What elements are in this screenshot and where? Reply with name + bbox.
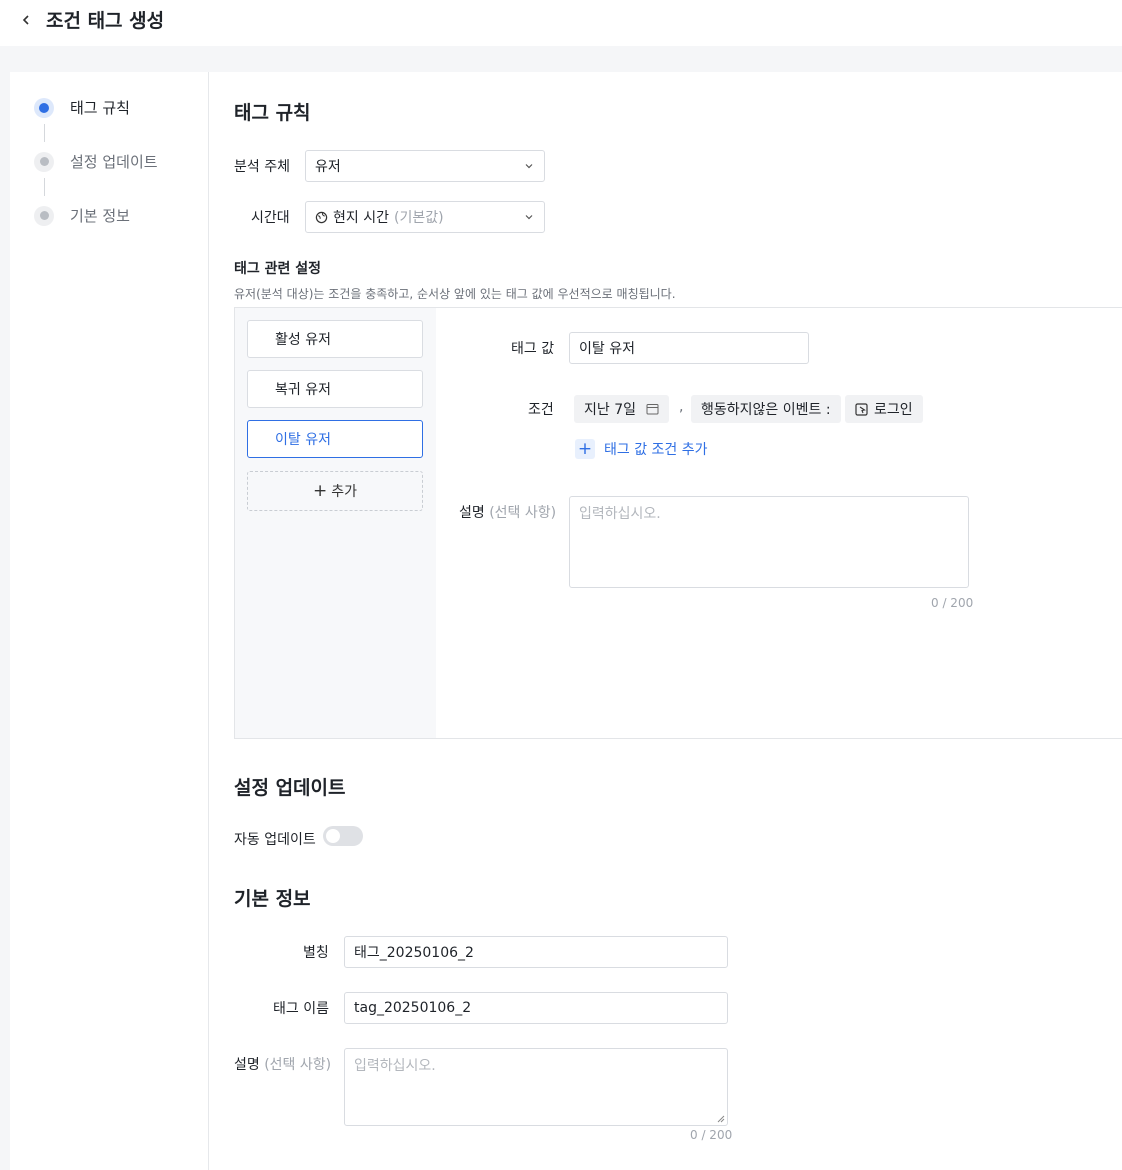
basic-description-textarea[interactable]: 입력하십시오. xyxy=(344,1048,728,1126)
add-condition-label: 태그 값 조건 추가 xyxy=(604,442,708,458)
chevron-down-icon xyxy=(525,215,533,220)
timezone-label: 시간대 xyxy=(251,210,290,226)
period-value: 지난 7일 xyxy=(584,402,636,418)
basic-description-label: 설명 (선택 사항) xyxy=(234,1054,331,1074)
calendar-icon xyxy=(646,404,659,415)
tag-value-list: 활성 유저 복귀 유저 이탈 유저 + 추가 xyxy=(235,308,436,738)
event-chip[interactable]: 로그인 xyxy=(845,395,923,423)
condition-label: 조건 xyxy=(528,402,554,418)
step-label: 기본 정보 xyxy=(70,207,130,225)
add-tag-button[interactable]: + 추가 xyxy=(247,471,423,511)
alias-input[interactable]: 태그_20250106_2 xyxy=(344,936,728,968)
plus-icon: + xyxy=(575,439,595,459)
optional-hint: (선택 사항) xyxy=(489,505,557,521)
tag-name-input[interactable]: tag_20250106_2 xyxy=(344,992,728,1024)
add-tag-label: 추가 xyxy=(331,484,357,500)
tag-value-label: 태그 값 xyxy=(511,341,555,357)
step-navigation: 태그 규칙 설정 업데이트 기본 정보 xyxy=(10,72,209,1170)
globe-icon xyxy=(315,211,328,223)
tag-name-label: 태그 이름 xyxy=(273,1001,329,1017)
alias-label: 별칭 xyxy=(303,945,329,961)
step-idle-dot-icon xyxy=(34,205,54,226)
condition-type-chip[interactable]: 행동하지않은 이벤트 : xyxy=(691,395,841,423)
form-content: 태그 규칙 분석 주체 유저 시간대 현지 시간 (기본값) 태그 관련 설정 … xyxy=(210,72,1122,1170)
event-value: 로그인 xyxy=(874,402,913,418)
page-title: 조건 태그 생성 xyxy=(46,10,165,32)
step-connector xyxy=(44,124,45,142)
step-active-dot-icon xyxy=(34,97,54,118)
subject-label: 분석 주체 xyxy=(234,159,290,175)
textarea-placeholder: 입력하십시오. xyxy=(354,1058,436,1074)
step-connector xyxy=(44,178,45,196)
section-title-basic-info: 기본 정보 xyxy=(234,888,311,910)
step-label: 태그 규칙 xyxy=(70,99,130,117)
chevron-down-icon xyxy=(525,164,533,169)
step-idle-dot-icon xyxy=(34,151,54,172)
timezone-select[interactable]: 현지 시간 (기본값) xyxy=(305,201,545,233)
tag-settings-title: 태그 관련 설정 xyxy=(234,261,322,277)
event-icon xyxy=(855,402,868,416)
char-counter: 0 / 200 xyxy=(690,1128,733,1142)
main-panel: 태그 규칙 설정 업데이트 기본 정보 태그 규칙 분석 주체 유저 시간대 현… xyxy=(10,72,1122,1170)
char-counter: 0 / 200 xyxy=(931,596,974,610)
textarea-placeholder: 입력하십시오. xyxy=(579,506,661,522)
step-label: 설정 업데이트 xyxy=(70,153,158,171)
top-bar: 조건 태그 생성 xyxy=(0,0,1122,46)
period-chip[interactable]: 지난 7일 xyxy=(574,395,669,423)
step-basic-info[interactable]: 기본 정보 xyxy=(34,205,130,226)
tag-item-selected[interactable]: 이탈 유저 xyxy=(247,420,423,458)
plus-icon: + xyxy=(312,481,328,501)
resize-handle-icon[interactable] xyxy=(717,1115,725,1123)
tag-value-input[interactable]: 이탈 유저 xyxy=(569,332,809,364)
timezone-hint: (기본값) xyxy=(393,210,444,226)
back-arrow-icon[interactable] xyxy=(18,10,34,30)
auto-update-toggle[interactable] xyxy=(323,826,363,846)
subject-value: 유저 xyxy=(315,159,341,175)
description-label: 설명 xyxy=(234,1057,260,1073)
tag-item[interactable]: 활성 유저 xyxy=(247,320,423,358)
tag-description-textarea[interactable]: 입력하십시오. xyxy=(569,496,969,588)
step-update[interactable]: 설정 업데이트 xyxy=(34,151,158,172)
tag-description-label: 설명 (선택 사항) xyxy=(459,502,556,522)
timezone-value: 현지 시간 xyxy=(333,210,389,226)
tag-settings-box: 활성 유저 복귀 유저 이탈 유저 + 추가 태그 값 이탈 유저 조건 지난 … xyxy=(234,307,1122,739)
optional-hint: (선택 사항) xyxy=(264,1057,332,1073)
subject-select[interactable]: 유저 xyxy=(305,150,545,182)
section-title-tag-rule: 태그 규칙 xyxy=(234,102,311,124)
tag-item[interactable]: 복귀 유저 xyxy=(247,370,423,408)
condition-separator: , xyxy=(679,399,684,415)
tag-settings-description: 유저(분석 대상)는 조건을 충족하고, 순서상 앞에 있는 태그 값에 우선적… xyxy=(234,287,676,301)
auto-update-label: 자동 업데이트 xyxy=(234,832,316,848)
step-tag-rule[interactable]: 태그 규칙 xyxy=(34,97,130,118)
add-condition-button[interactable]: + 태그 값 조건 추가 xyxy=(575,439,708,459)
description-label: 설명 xyxy=(459,505,485,521)
section-title-update: 설정 업데이트 xyxy=(234,777,346,799)
